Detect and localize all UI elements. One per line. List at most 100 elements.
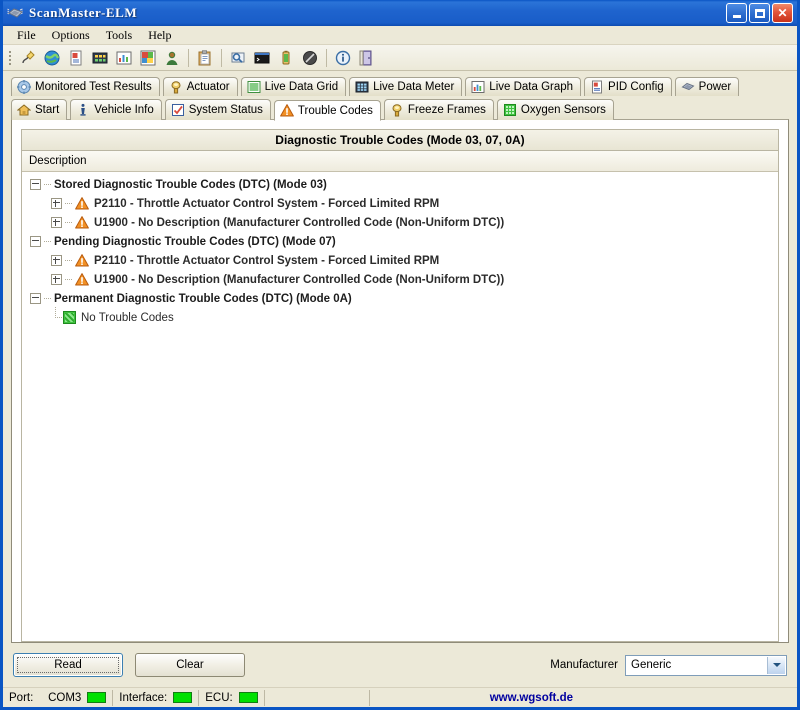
maximize-button[interactable] bbox=[749, 3, 770, 23]
expand-plus-icon[interactable] bbox=[51, 274, 62, 285]
connect-plug-icon[interactable] bbox=[16, 47, 40, 69]
globe-icon[interactable] bbox=[40, 47, 64, 69]
tree-connector bbox=[44, 184, 52, 185]
tab-label: Live Data Meter bbox=[373, 81, 455, 93]
tab-start[interactable]: Start bbox=[11, 99, 68, 120]
green-ok-icon bbox=[63, 311, 76, 324]
dtc-tree[interactable]: Stored Diagnostic Trouble Codes (DTC) (M… bbox=[22, 172, 778, 641]
status-interface: Interface: bbox=[113, 689, 200, 706]
tab-label: Monitored Test Results bbox=[35, 81, 152, 93]
tab-system-status[interactable]: System Status bbox=[164, 99, 271, 120]
tree-row-dtc[interactable]: U1900 - No Description (Manufacturer Con… bbox=[22, 270, 778, 289]
ecu-led-indicator bbox=[238, 692, 258, 703]
toolbar-grip[interactable] bbox=[7, 49, 13, 67]
tab-oxygen-sensors[interactable]: Oxygen Sensors bbox=[496, 99, 614, 120]
panel-title: Diagnostic Trouble Codes (Mode 03, 07, 0… bbox=[22, 130, 778, 151]
tab-actuator[interactable]: Actuator bbox=[162, 77, 238, 96]
tree-row-group[interactable]: Permanent Diagnostic Trouble Codes (DTC)… bbox=[22, 289, 778, 308]
menu-item-help[interactable]: Help bbox=[140, 27, 179, 44]
tab-label: Trouble Codes bbox=[297, 104, 373, 117]
read-button[interactable]: Read bbox=[13, 653, 123, 677]
tree-row-label: P2110 - Throttle Actuator Control System… bbox=[94, 197, 440, 210]
clipboard-icon[interactable] bbox=[193, 47, 217, 69]
status-bar: Port: COM3 Interface: ECU: www.wgsoft.de bbox=[3, 687, 797, 707]
manufacturer-select[interactable]: Generic bbox=[625, 654, 787, 676]
status-url[interactable]: www.wgsoft.de bbox=[370, 690, 692, 706]
warning-triangle-icon bbox=[75, 254, 89, 267]
power-chip-icon bbox=[681, 80, 695, 94]
expand-plus-icon[interactable] bbox=[51, 198, 62, 209]
tab-row-primary: Monitored Test Results Actuator Live Dat… bbox=[11, 75, 789, 96]
console-icon[interactable] bbox=[250, 47, 274, 69]
tree-row-group[interactable]: Stored Diagnostic Trouble Codes (DTC) (M… bbox=[22, 175, 778, 194]
chart-icon bbox=[471, 80, 485, 94]
column-header-description: Description bbox=[22, 151, 778, 172]
tree-row-label: Pending Diagnostic Trouble Codes (DTC) (… bbox=[54, 235, 336, 248]
tab-live-data-graph[interactable]: Live Data Graph bbox=[465, 77, 582, 96]
tree-row-no-codes[interactable]: No Trouble Codes bbox=[22, 307, 778, 327]
warning-triangle-icon bbox=[280, 103, 294, 118]
tree-row-group[interactable]: Pending Diagnostic Trouble Codes (DTC) (… bbox=[22, 232, 778, 251]
chip-icon bbox=[7, 6, 24, 21]
list-icon bbox=[247, 80, 261, 94]
expand-plus-icon[interactable] bbox=[51, 217, 62, 228]
tree-connector bbox=[65, 222, 73, 223]
tab-label: Vehicle Info bbox=[94, 104, 154, 116]
toolbar-separator bbox=[221, 48, 222, 67]
minimize-button[interactable] bbox=[726, 3, 747, 23]
report-icon[interactable] bbox=[64, 47, 88, 69]
disable-icon[interactable] bbox=[298, 47, 322, 69]
port-label: Port: bbox=[9, 691, 34, 704]
tab-label: Power bbox=[698, 81, 732, 93]
freeze-icon bbox=[390, 103, 404, 117]
tab-trouble-codes[interactable]: Trouble Codes bbox=[273, 100, 381, 121]
title-bar: ScanMaster-ELM bbox=[3, 0, 797, 26]
tab-live-data-meter[interactable]: Live Data Meter bbox=[349, 77, 463, 96]
terminal-search-icon[interactable] bbox=[226, 47, 250, 69]
collapse-minus-icon[interactable] bbox=[30, 179, 41, 190]
image-icon[interactable] bbox=[136, 47, 160, 69]
tree-connector bbox=[65, 279, 73, 280]
pid-config-icon bbox=[590, 80, 604, 94]
status-spacer-right bbox=[692, 690, 797, 706]
chevron-down-icon[interactable] bbox=[767, 656, 785, 674]
expand-plus-icon[interactable] bbox=[51, 255, 62, 266]
toolbar-separator bbox=[188, 48, 189, 67]
clear-button[interactable]: Clear bbox=[135, 653, 245, 677]
tree-row-dtc[interactable]: U1900 - No Description (Manufacturer Con… bbox=[22, 213, 778, 232]
tab-label: Oxygen Sensors bbox=[520, 104, 606, 116]
status-port: Port: COM3 bbox=[3, 689, 114, 706]
tab-monitored-test-results[interactable]: Monitored Test Results bbox=[11, 77, 160, 96]
app-window: ScanMaster-ELM File Options Tools Help bbox=[0, 0, 800, 710]
collapse-minus-icon[interactable] bbox=[30, 293, 41, 304]
tree-row-dtc[interactable]: P2110 - Throttle Actuator Control System… bbox=[22, 251, 778, 270]
warning-triangle-icon bbox=[75, 197, 89, 210]
tab-vehicle-info[interactable]: Vehicle Info bbox=[70, 99, 162, 120]
grid-icon[interactable] bbox=[88, 47, 112, 69]
tree-connector bbox=[65, 260, 73, 261]
battery-icon[interactable] bbox=[274, 47, 298, 69]
clear-button-label: Clear bbox=[176, 659, 204, 671]
focus-ring bbox=[17, 657, 119, 673]
close-button[interactable] bbox=[772, 3, 793, 23]
window-controls bbox=[726, 3, 795, 23]
tab-live-data-grid[interactable]: Live Data Grid bbox=[240, 77, 347, 96]
menu-item-tools[interactable]: Tools bbox=[98, 27, 141, 44]
website-link[interactable]: www.wgsoft.de bbox=[490, 692, 573, 704]
tree-row-label: P2110 - Throttle Actuator Control System… bbox=[94, 254, 440, 267]
tab-label: System Status bbox=[188, 104, 263, 116]
status-ecu: ECU: bbox=[199, 689, 265, 706]
menu-item-file[interactable]: File bbox=[9, 27, 44, 44]
menu-item-options[interactable]: Options bbox=[44, 27, 98, 44]
exit-door-icon[interactable] bbox=[355, 47, 379, 69]
tab-freeze-frames[interactable]: Freeze Frames bbox=[383, 99, 494, 120]
info-icon[interactable] bbox=[331, 47, 355, 69]
checklist-icon bbox=[171, 103, 185, 117]
user-icon[interactable] bbox=[160, 47, 184, 69]
tab-label: Live Data Graph bbox=[489, 81, 574, 93]
collapse-minus-icon[interactable] bbox=[30, 236, 41, 247]
bar-chart-icon[interactable] bbox=[112, 47, 136, 69]
tab-pid-config[interactable]: PID Config bbox=[584, 77, 672, 96]
tree-row-dtc[interactable]: P2110 - Throttle Actuator Control System… bbox=[22, 194, 778, 213]
tab-power[interactable]: Power bbox=[674, 77, 740, 96]
